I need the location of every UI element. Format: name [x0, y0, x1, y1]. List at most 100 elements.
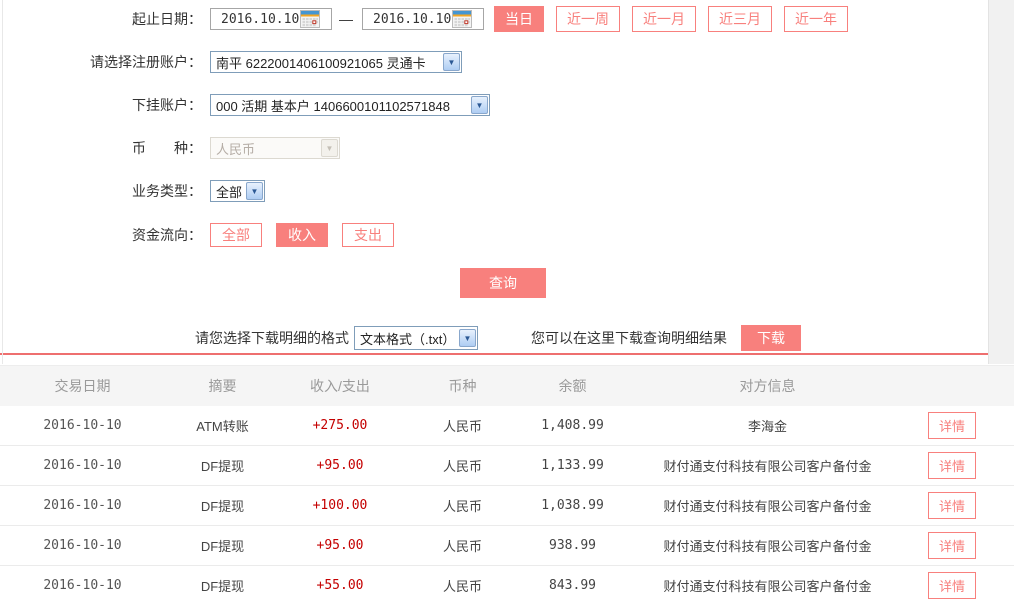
cell-counterparty: 财付通支付科技有限公司客户备付金 [620, 456, 915, 475]
sub-account-value: 000 活期 基本户 1406600101102571848 [211, 96, 471, 115]
download-format-label: 请您选择下载明细的格式 [195, 328, 349, 348]
sub-account-row: 下挂账户： 000 活期 基本户 1406600101102571848 ▼ [0, 94, 988, 116]
date-range-separator: — [339, 11, 353, 27]
cell-counterparty: 财付通支付科技有限公司客户备付金 [620, 536, 915, 555]
cell-currency: 人民币 [400, 416, 525, 435]
date-range-row: 起止日期： — [0, 8, 988, 30]
detail-button[interactable]: 详情 [928, 492, 976, 519]
download-format-select[interactable]: 文本格式（.txt） ▼ [354, 326, 478, 350]
cell-action: 详情 [915, 412, 1014, 439]
register-account-row: 请选择注册账户： 南平 6222001406100921065 灵通卡 ▼ [0, 51, 988, 73]
cell-balance: 1,038.99 [525, 498, 620, 513]
table-row: 2016-10-10 DF提现 +55.00 人民币 843.99 财付通支付科… [0, 566, 1014, 605]
table-row: 2016-10-10 DF提现 +95.00 人民币 1,133.99 财付通支… [0, 446, 1014, 486]
cell-date: 2016-10-10 [0, 418, 165, 433]
currency-value: 人民币 [211, 139, 321, 158]
register-account-value: 南平 6222001406100921065 灵通卡 [211, 53, 443, 72]
download-format-value: 文本格式（.txt） [355, 329, 459, 348]
quick-range-month-button[interactable]: 近一月 [632, 6, 696, 32]
header-counterparty: 对方信息 [620, 376, 915, 396]
cell-summary: DF提现 [165, 536, 280, 555]
fund-flow-expense-button[interactable]: 支出 [342, 223, 394, 247]
table-row: 2016-10-10 ATM转账 +275.00 人民币 1,408.99 李海… [0, 406, 1014, 446]
sub-account-label: 下挂账户： [0, 95, 202, 115]
end-date-input[interactable] [373, 12, 451, 27]
cell-amount: +100.00 [280, 498, 400, 513]
register-account-select[interactable]: 南平 6222001406100921065 灵通卡 ▼ [210, 51, 462, 73]
cell-balance: 938.99 [525, 538, 620, 553]
detail-button[interactable]: 详情 [928, 412, 976, 439]
cell-currency: 人民币 [400, 576, 525, 595]
cell-date: 2016-10-10 [0, 458, 165, 473]
business-type-label: 业务类型： [0, 181, 202, 201]
cell-summary: ATM转账 [165, 416, 280, 435]
table-row: 2016-10-10 DF提现 +95.00 人民币 938.99 财付通支付科… [0, 526, 1014, 566]
register-account-label: 请选择注册账户： [0, 52, 202, 72]
results-table: 交易日期 摘要 收入/支出 币种 余额 对方信息 2016-10-10 ATM转… [0, 365, 1014, 605]
table-row: 2016-10-10 DF提现 +100.00 人民币 1,038.99 财付通… [0, 486, 1014, 526]
cell-amount: +275.00 [280, 418, 400, 433]
cell-balance: 1,133.99 [525, 458, 620, 473]
quick-range-today-button[interactable]: 当日 [494, 6, 544, 32]
download-hint: 您可以在这里下载查询明细结果 [531, 328, 727, 348]
query-row: 查询 [0, 268, 988, 298]
business-type-row: 业务类型： 全部 ▼ [0, 180, 988, 202]
header-amount: 收入/支出 [280, 376, 400, 396]
query-button[interactable]: 查询 [460, 268, 546, 298]
cell-action: 详情 [915, 532, 1014, 559]
table-header-row: 交易日期 摘要 收入/支出 币种 余额 对方信息 [0, 365, 1014, 406]
detail-button[interactable]: 详情 [928, 572, 976, 599]
fund-flow-row: 资金流向： 全部 收入 支出 [0, 223, 988, 247]
cell-summary: DF提现 [165, 576, 280, 595]
transaction-query-page: 起止日期： — [0, 0, 1014, 605]
header-currency: 币种 [400, 376, 525, 396]
detail-button[interactable]: 详情 [928, 532, 976, 559]
start-date-input[interactable] [221, 12, 299, 27]
cell-amount: +95.00 [280, 538, 400, 553]
currency-select: 人民币 ▼ [210, 137, 340, 159]
sub-account-select[interactable]: 000 活期 基本户 1406600101102571848 ▼ [210, 94, 490, 116]
cell-summary: DF提现 [165, 496, 280, 515]
business-type-select[interactable]: 全部 ▼ [210, 180, 265, 202]
end-date-field[interactable] [362, 8, 484, 30]
cell-date: 2016-10-10 [0, 538, 165, 553]
start-date-field[interactable] [210, 8, 332, 30]
fund-flow-label: 资金流向： [0, 225, 202, 245]
fund-flow-all-button[interactable]: 全部 [210, 223, 262, 247]
cell-action: 详情 [915, 572, 1014, 599]
fund-flow-income-button[interactable]: 收入 [276, 223, 328, 247]
cell-amount: +95.00 [280, 458, 400, 473]
currency-label: 币 种： [0, 138, 202, 158]
download-button[interactable]: 下载 [741, 325, 801, 351]
query-form-panel: 起止日期： — [0, 0, 988, 351]
calendar-icon[interactable] [300, 10, 320, 28]
quick-range-quarter-button[interactable]: 近三月 [708, 6, 772, 32]
date-range-label: 起止日期： [0, 9, 202, 29]
business-type-value: 全部 [211, 182, 246, 201]
page-background-strip [988, 0, 1014, 364]
chevron-down-icon: ▼ [471, 96, 488, 114]
cell-balance: 1,408.99 [525, 418, 620, 433]
currency-row: 币 种： 人民币 ▼ [0, 137, 988, 159]
cell-counterparty: 财付通支付科技有限公司客户备付金 [620, 576, 915, 595]
cell-currency: 人民币 [400, 536, 525, 555]
cell-date: 2016-10-10 [0, 498, 165, 513]
cell-date: 2016-10-10 [0, 578, 165, 593]
cell-currency: 人民币 [400, 496, 525, 515]
section-divider [0, 353, 1014, 355]
cell-balance: 843.99 [525, 578, 620, 593]
quick-range-year-button[interactable]: 近一年 [784, 6, 848, 32]
chevron-down-icon: ▼ [246, 182, 263, 200]
calendar-icon[interactable] [452, 10, 472, 28]
cell-action: 详情 [915, 492, 1014, 519]
header-balance: 余额 [525, 376, 620, 396]
quick-range-week-button[interactable]: 近一周 [556, 6, 620, 32]
cell-action: 详情 [915, 452, 1014, 479]
header-summary: 摘要 [165, 376, 280, 396]
chevron-down-icon: ▼ [459, 329, 476, 347]
cell-amount: +55.00 [280, 578, 400, 593]
detail-button[interactable]: 详情 [928, 452, 976, 479]
cell-currency: 人民币 [400, 456, 525, 475]
header-date: 交易日期 [0, 376, 165, 396]
cell-summary: DF提现 [165, 456, 280, 475]
